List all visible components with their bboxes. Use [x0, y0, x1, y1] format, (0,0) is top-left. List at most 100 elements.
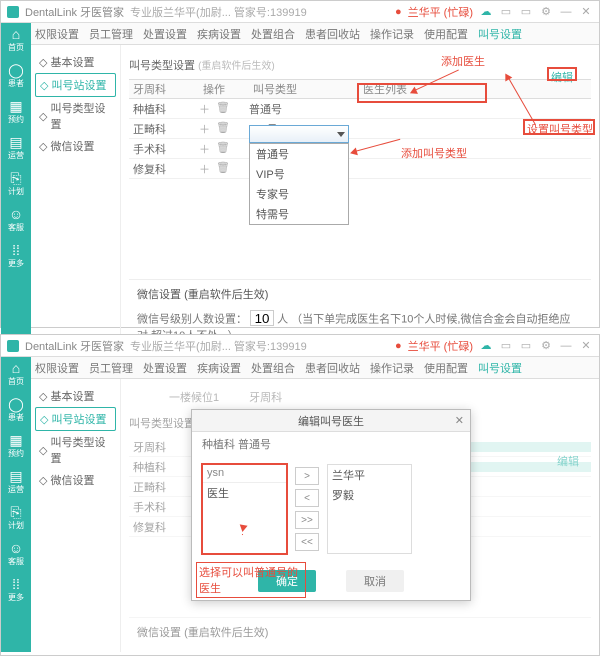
tree-item[interactable]: ◇微信设置 — [35, 469, 116, 491]
available-list[interactable]: ysn 医生 — [202, 464, 287, 554]
tree-item[interactable]: ◇基本设置 — [35, 51, 116, 73]
anno-arrow-select — [242, 534, 243, 535]
phone-icon[interactable]: ▭ — [499, 5, 513, 19]
nav-患者[interactable]: ◯患者 — [8, 63, 24, 89]
tools-icon[interactable]: ⚙ — [539, 339, 553, 353]
delete-icon[interactable]: 🗑 — [216, 161, 230, 177]
add-icon[interactable]: ＋ — [199, 101, 210, 117]
delete-icon[interactable]: 🗑 — [216, 101, 230, 117]
tab-7[interactable]: 使用配置 — [424, 360, 468, 376]
tab-8[interactable]: 叫号设置 — [478, 360, 522, 376]
list-item[interactable]: 兰华平 — [328, 465, 411, 485]
dropdown-option[interactable]: VIP号 — [250, 164, 348, 184]
nav-患者[interactable]: ◯患者 — [8, 397, 24, 423]
tab-2[interactable]: 处置设置 — [143, 360, 187, 376]
tab-3[interactable]: 疾病设置 — [197, 360, 241, 376]
nav-运营[interactable]: ▤运营 — [8, 135, 24, 161]
tab-0[interactable]: 权限设置 — [35, 360, 79, 376]
transfer-btn[interactable]: >> — [295, 511, 319, 529]
settings-tree: ◇基本设置◇叫号站设置◇叫号类型设置◇微信设置 — [31, 379, 121, 652]
nav-更多[interactable]: ⁞⁞更多 — [8, 243, 24, 269]
tree-item[interactable]: ◇叫号类型设置 — [35, 97, 116, 135]
settings-tree: ◇基本设置◇叫号站设置◇叫号类型设置◇微信设置 — [31, 45, 121, 355]
transfer-btn[interactable]: > — [295, 467, 319, 485]
delete-icon[interactable]: 🗑 — [216, 141, 230, 157]
nav-计划[interactable]: ⎘计划 — [8, 171, 24, 197]
tree-item[interactable]: ◇叫号站设置 — [35, 73, 116, 97]
tab-5[interactable]: 患者回收站 — [305, 360, 360, 376]
chat-icon[interactable]: ☁ — [479, 339, 493, 353]
minimize-icon[interactable]: — — [559, 5, 573, 19]
tools-icon[interactable]: ⚙ — [539, 5, 553, 19]
add-icon[interactable]: ＋ — [199, 161, 210, 177]
section-hint: (重启软件后生效) — [198, 61, 275, 72]
tab-7[interactable]: 使用配置 — [424, 26, 468, 42]
tree-item[interactable]: ◇基本设置 — [35, 385, 116, 407]
nav-运营[interactable]: ▤运营 — [8, 469, 24, 495]
dropdown-option[interactable]: 特需号 — [250, 204, 348, 224]
min-icon[interactable]: ▭ — [519, 339, 533, 353]
title-info: 专业版兰华平(加尉... 管家号:139919 — [130, 4, 307, 20]
modal-close-icon[interactable]: ✕ — [455, 414, 464, 427]
close-icon[interactable]: ✕ — [579, 339, 593, 353]
brand-text: DentalLink 牙医管家 — [25, 4, 124, 20]
phone-icon[interactable]: ▭ — [499, 339, 513, 353]
nav-预约[interactable]: ▦预约 — [8, 433, 24, 459]
app-logo-icon — [7, 6, 19, 18]
close-icon[interactable]: ✕ — [579, 5, 593, 19]
nav-首页[interactable]: ⌂首页 — [8, 27, 24, 53]
user-status[interactable]: 兰华平 (忙碌) — [408, 338, 473, 354]
anno-set-type: 设置叫号类型 — [527, 121, 593, 137]
left-nav: ⌂首页 ◯患者 ▦预约 ▤运营 ⎘计划 ☺客服 ⁞⁞更多 — [1, 23, 31, 355]
wechat-label: 微信号级别人数设置： — [137, 314, 247, 326]
list-item[interactable]: 医生 — [203, 483, 286, 503]
tree-item[interactable]: ◇叫号类型设置 — [35, 431, 116, 469]
table-row: 正畸科＋🗑VIP号 — [129, 119, 591, 139]
tab-6[interactable]: 操作记录 — [370, 26, 414, 42]
nav-客服[interactable]: ☺客服 — [8, 541, 24, 567]
minimize-icon[interactable]: — — [559, 339, 573, 353]
nav-首页[interactable]: ⌂首页 — [8, 361, 24, 387]
page-tabs: 权限设置员工管理处置设置疾病设置处置组合患者回收站操作记录使用配置叫号设置 — [31, 23, 599, 45]
tab-5[interactable]: 患者回收站 — [305, 26, 360, 42]
nav-预约[interactable]: ▦预约 — [8, 99, 24, 125]
add-icon[interactable]: ＋ — [199, 141, 210, 157]
cancel-button[interactable]: 取消 — [346, 570, 404, 592]
title-info: 专业版兰华平(加尉... 管家号:139919 — [130, 338, 307, 354]
type-dropdown[interactable]: 普通号VIP号专家号特需号 — [249, 143, 349, 225]
tab-8[interactable]: 叫号设置 — [478, 26, 522, 42]
tab-0[interactable]: 权限设置 — [35, 26, 79, 42]
th-type: 叫号类型 — [249, 81, 359, 97]
type-select[interactable] — [249, 125, 349, 143]
left-nav: ⌂首页 ◯患者 ▦预约 ▤运营 ⎘计划 ☺客服 ⁞⁞更多 — [1, 357, 31, 652]
wechat-hint: (重启软件后生效) — [184, 289, 268, 301]
delete-icon[interactable]: 🗑 — [216, 121, 230, 137]
nav-客服[interactable]: ☺客服 — [8, 207, 24, 233]
dropdown-option[interactable]: 专家号 — [250, 184, 348, 204]
tab-4[interactable]: 处置组合 — [251, 26, 295, 42]
modal-title: 编辑叫号医生 — [298, 413, 364, 429]
min-icon[interactable]: ▭ — [519, 5, 533, 19]
selected-list[interactable]: 兰华平罗毅 — [327, 464, 412, 554]
transfer-buttons: > < >> << — [295, 464, 319, 554]
nav-更多[interactable]: ⁞⁞更多 — [8, 577, 24, 603]
wechat-value-input[interactable] — [250, 310, 274, 326]
tab-4[interactable]: 处置组合 — [251, 360, 295, 376]
transfer-btn[interactable]: << — [295, 533, 319, 551]
list-item[interactable]: 罗毅 — [328, 485, 411, 505]
tree-item[interactable]: ◇叫号站设置 — [35, 407, 116, 431]
dropdown-option[interactable]: 普通号 — [250, 144, 348, 164]
tab-1[interactable]: 员工管理 — [89, 360, 133, 376]
tab-1[interactable]: 员工管理 — [89, 26, 133, 42]
add-icon[interactable]: ＋ — [199, 121, 210, 137]
tab-3[interactable]: 疾病设置 — [197, 26, 241, 42]
brand-text: DentalLink 牙医管家 — [25, 338, 124, 354]
transfer-btn[interactable]: < — [295, 489, 319, 507]
nav-计划[interactable]: ⎘计划 — [8, 505, 24, 531]
chat-icon[interactable]: ☁ — [479, 5, 493, 19]
user-status[interactable]: 兰华平 (忙碌) — [408, 4, 473, 20]
tree-item[interactable]: ◇微信设置 — [35, 135, 116, 157]
titlebar: DentalLink 牙医管家 专业版兰华平(加尉... 管家号:139919 … — [1, 1, 599, 23]
tab-6[interactable]: 操作记录 — [370, 360, 414, 376]
tab-2[interactable]: 处置设置 — [143, 26, 187, 42]
